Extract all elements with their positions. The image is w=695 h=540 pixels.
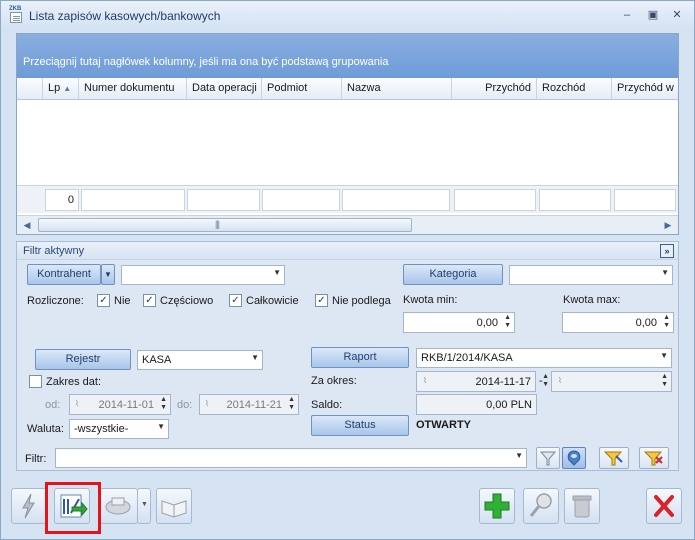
- kategoria-select[interactable]: ▼: [509, 265, 673, 285]
- kwota-min-input[interactable]: 0,00 ▲ ▼: [403, 312, 515, 333]
- main-window: ZKB Lista zapisów kasowych/bankowych – ▣…: [0, 0, 695, 540]
- filtr-input[interactable]: ▼: [55, 448, 527, 468]
- filter-panel: Filtr aktywny » Kontrahent ▼ ▼ Kategoria…: [16, 241, 679, 471]
- column-header-podmiot[interactable]: Podmiot: [262, 78, 342, 99]
- chevron-down-icon: ▼: [157, 422, 165, 431]
- printer-button[interactable]: [100, 488, 138, 524]
- close-icon[interactable]: ✕: [668, 7, 686, 23]
- summary-rozchod: [539, 189, 611, 211]
- summary-cell: [614, 189, 676, 211]
- filter-edit-button[interactable]: [599, 447, 629, 469]
- checkbox-nie[interactable]: ✓: [97, 294, 110, 307]
- rozliczone-label: Rozliczone:: [27, 295, 84, 307]
- add-button[interactable]: [479, 488, 515, 524]
- window-title: Lista zapisów kasowych/bankowych: [29, 9, 221, 23]
- scroll-left-icon[interactable]: ◀: [19, 217, 35, 233]
- filter-title: Filtr aktywny: [23, 245, 85, 257]
- column-header-nazwa[interactable]: Nazwa: [342, 78, 452, 99]
- group-by-area[interactable]: Przeciągnij tutaj nagłówek kolumny, jeśl…: [17, 34, 678, 78]
- rejestr-select[interactable]: KASA ▼: [137, 350, 263, 370]
- chevron-down-icon: ▼: [273, 268, 281, 277]
- spin-updown-icon: ▲ ▼: [504, 314, 511, 329]
- status-button[interactable]: Status: [311, 415, 409, 436]
- search-button[interactable]: [523, 488, 559, 524]
- zakres-dat-checkbox[interactable]: [29, 375, 42, 388]
- lightning-button[interactable]: [11, 488, 47, 524]
- raport-button[interactable]: Raport: [311, 347, 409, 368]
- column-header-przychod-w[interactable]: Przychód w: [612, 78, 678, 99]
- checkbox-nie-podlega-label[interactable]: Nie podlega: [332, 295, 391, 307]
- filtr-label: Filtr:: [25, 453, 47, 465]
- title-bar[interactable]: ZKB Lista zapisów kasowych/bankowych – ▣…: [1, 1, 694, 31]
- zakres-dat-label[interactable]: Zakres dat:: [46, 376, 101, 388]
- checkbox-calkowicie[interactable]: ✓: [229, 294, 242, 307]
- printer-dropdown-icon[interactable]: ▼: [137, 488, 151, 524]
- kwota-max-label: Kwota max:: [563, 294, 621, 306]
- group-hint-text: Przeciągnij tutaj nagłówek kolumny, jeśl…: [23, 56, 389, 68]
- waluta-label: Waluta:: [27, 423, 64, 435]
- chevron-down-icon: ▼: [660, 351, 668, 360]
- spin-updown-icon: ▲ ▼: [663, 314, 670, 329]
- checkbox-czesciowo[interactable]: ✓: [143, 294, 156, 307]
- kontrahent-button[interactable]: Kontrahent: [27, 264, 101, 285]
- summary-cell: [342, 189, 450, 211]
- column-header-numer-dokumentu[interactable]: Numer dokumentu: [79, 78, 187, 99]
- checkbox-czesciowo-label[interactable]: Częściowo: [160, 295, 213, 307]
- saldo-label: Saldo:: [311, 399, 343, 411]
- sort-ascending-icon: ▲: [63, 84, 72, 93]
- summary-cell: [187, 189, 260, 211]
- minimize-icon[interactable]: –: [618, 7, 636, 23]
- chevron-down-icon: ▼: [251, 353, 259, 362]
- scroll-right-icon[interactable]: ▶: [660, 217, 676, 233]
- summary-cell: [81, 189, 185, 211]
- highlight-frame: [45, 482, 101, 534]
- do-date-input[interactable]: ⌇ 2014-11-21 ▲ ▼: [199, 394, 299, 415]
- summary-przychod: [454, 189, 536, 211]
- status-value: OTWARTY: [416, 419, 471, 431]
- column-selector[interactable]: [17, 78, 43, 99]
- scrollbar-thumb[interactable]: [38, 218, 412, 232]
- records-grid: Przeciągnij tutaj nagłówek kolumny, jeśl…: [16, 33, 679, 235]
- column-header-lp[interactable]: Lp ▲: [43, 78, 79, 99]
- horizontal-scrollbar[interactable]: ◀ ▶: [17, 215, 678, 234]
- app-icon: ZKB: [8, 6, 24, 24]
- kontrahent-select[interactable]: ▼: [121, 265, 285, 285]
- column-header-data-operacji[interactable]: Data operacji: [187, 78, 262, 99]
- od-label: od:: [45, 399, 61, 411]
- filter-funnel-button[interactable]: [536, 447, 560, 469]
- summary-row: 0: [17, 185, 678, 213]
- filter-active-button[interactable]: [562, 447, 586, 469]
- checkbox-nie-label[interactable]: Nie: [114, 295, 131, 307]
- column-header-rozchod[interactable]: Rozchód: [537, 78, 612, 99]
- za-okres-from[interactable]: ⌇ 2014-11-17 ▲ ▼: [416, 371, 549, 392]
- za-okres-to[interactable]: ⌇ ▲ ▼: [551, 371, 672, 392]
- do-label: do:: [177, 399, 193, 411]
- checkbox-nie-podlega[interactable]: ✓: [315, 294, 328, 307]
- summary-cell: [262, 189, 340, 211]
- filter-header: Filtr aktywny »: [17, 242, 678, 260]
- za-okres-separator: -: [539, 375, 543, 387]
- checkbox-calkowicie-label[interactable]: Całkowicie: [246, 295, 299, 307]
- summary-count: 0: [45, 189, 79, 211]
- kontrahent-dropdown-icon[interactable]: ▼: [101, 264, 115, 285]
- saldo-value: 0,00 PLN: [416, 394, 537, 415]
- waluta-select[interactable]: -wszystkie- ▼: [69, 419, 169, 439]
- kategoria-button[interactable]: Kategoria: [403, 264, 503, 285]
- maximize-icon[interactable]: ▣: [644, 7, 662, 23]
- delete-button[interactable]: [564, 488, 600, 524]
- za-okres-label: Za okres:: [311, 375, 357, 387]
- chevron-down-icon: ▼: [661, 268, 669, 277]
- book-button[interactable]: [156, 488, 192, 524]
- rejestr-button[interactable]: Rejestr: [35, 349, 131, 370]
- chevron-down-icon: ▼: [515, 451, 523, 460]
- close-window-button[interactable]: [646, 488, 682, 524]
- raport-select[interactable]: RKB/1/2014/KASA ▼: [416, 348, 672, 368]
- collapse-filter-icon[interactable]: »: [660, 244, 674, 258]
- kwota-max-input[interactable]: 0,00 ▲ ▼: [562, 312, 674, 333]
- column-header-row: Lp ▲ Numer dokumentu Data operacji Podmio…: [17, 78, 678, 100]
- column-header-przychod[interactable]: Przychód: [452, 78, 537, 99]
- od-date-input[interactable]: ⌇ 2014-11-01 ▲ ▼: [69, 394, 171, 415]
- filter-clear-button[interactable]: [639, 447, 669, 469]
- kwota-min-label: Kwota min:: [403, 294, 458, 306]
